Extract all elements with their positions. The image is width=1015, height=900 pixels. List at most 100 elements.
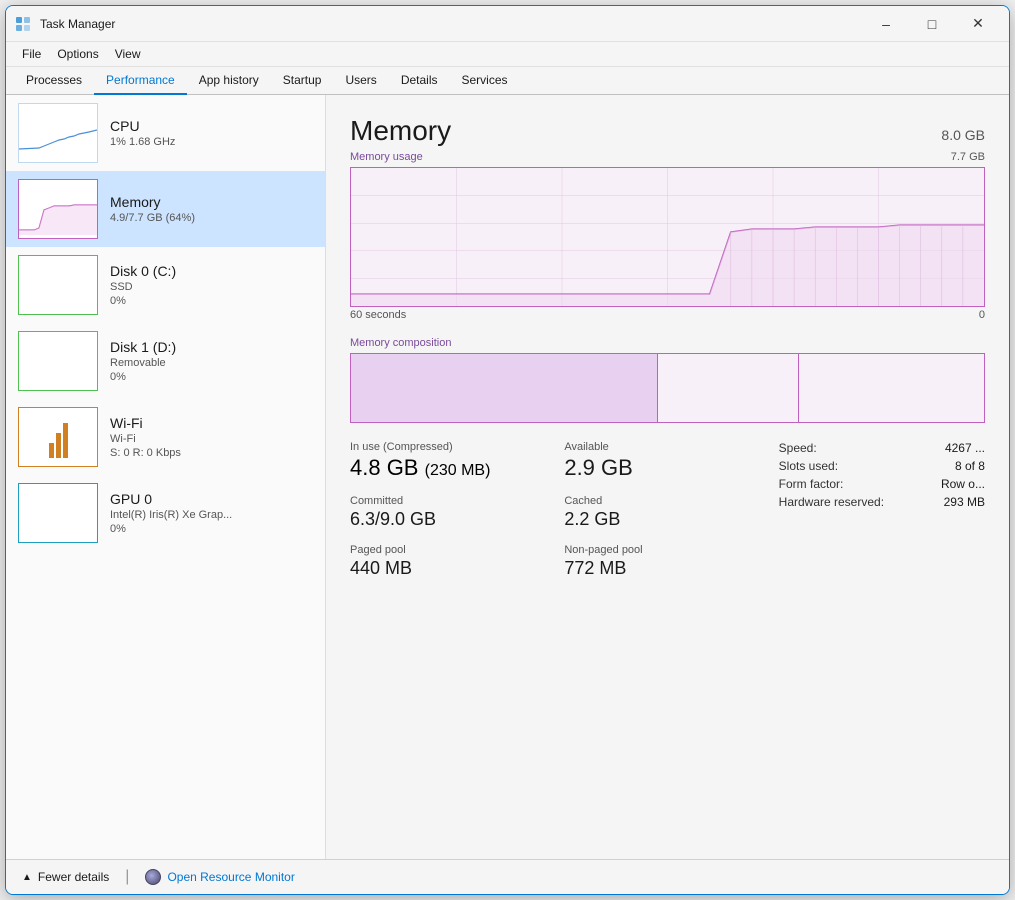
tab-startup[interactable]: Startup xyxy=(271,67,334,95)
wifi-sub2: S: 0 R: 0 Kbps xyxy=(110,447,313,459)
disk0-sub2: 0% xyxy=(110,295,313,307)
in-use-value: 4.8 GB (230 MB) xyxy=(350,455,556,481)
composition-section: Memory composition xyxy=(350,337,985,423)
gpu-thumbnail xyxy=(18,483,98,543)
gpu-name: GPU 0 xyxy=(110,491,313,507)
stats-col2: Available 2.9 GB Cached 2.2 GB Non-paged… xyxy=(564,441,770,579)
sidebar-item-disk0[interactable]: Disk 0 (C:) SSD 0% xyxy=(6,247,325,323)
resource-monitor-icon xyxy=(145,869,161,885)
disk1-name: Disk 1 (D:) xyxy=(110,339,313,355)
memory-info: Memory 4.9/7.7 GB (64%) xyxy=(110,194,313,224)
memory-total: 8.0 GB xyxy=(941,127,985,143)
nonpaged-value: 772 MB xyxy=(564,558,770,579)
sidebar-item-memory[interactable]: Memory 4.9/7.7 GB (64%) xyxy=(6,171,325,247)
window-controls: ‒ □ ✕ xyxy=(863,9,1001,39)
chart-label-row: Memory usage 7.7 GB xyxy=(350,151,985,163)
fewer-details-button[interactable]: ▲ Fewer details xyxy=(22,870,109,884)
tab-services[interactable]: Services xyxy=(450,67,520,95)
gpu-info: GPU 0 Intel(R) Iris(R) Xe Grap... 0% xyxy=(110,491,313,535)
stats-col3: Speed: 4267 ... Slots used: 8 of 8 Form … xyxy=(779,441,985,579)
slots-label: Slots used: xyxy=(779,459,838,473)
memory-sub: 4.9/7.7 GB (64%) xyxy=(110,212,313,224)
title-bar: Task Manager ‒ □ ✕ xyxy=(6,6,1009,42)
composition-label: Memory composition xyxy=(350,337,985,349)
gpu-sub1: Intel(R) Iris(R) Xe Grap... xyxy=(110,509,313,521)
wifi-name: Wi-Fi xyxy=(110,415,313,431)
available-value: 2.9 GB xyxy=(564,455,770,481)
paged-label: Paged pool xyxy=(350,544,556,556)
committed-block: Committed 6.3/9.0 GB xyxy=(350,495,556,530)
tab-bar: Processes Performance App history Startu… xyxy=(6,67,1009,95)
comp-available xyxy=(799,354,984,422)
tab-processes[interactable]: Processes xyxy=(14,67,94,95)
cpu-info: CPU 1% 1.68 GHz xyxy=(110,118,313,148)
menu-bar: File Options View xyxy=(6,42,1009,67)
disk1-sub2: 0% xyxy=(110,371,313,383)
composition-bar xyxy=(350,353,985,423)
slots-row: Slots used: 8 of 8 xyxy=(779,459,985,473)
time-right: 0 xyxy=(979,309,985,321)
tab-users[interactable]: Users xyxy=(333,67,388,95)
cpu-name: CPU xyxy=(110,118,313,134)
cached-value: 2.2 GB xyxy=(564,509,770,530)
usage-value: 7.7 GB xyxy=(951,151,985,163)
memory-thumbnail xyxy=(18,179,98,239)
menu-options[interactable]: Options xyxy=(49,44,106,64)
disk0-info: Disk 0 (C:) SSD 0% xyxy=(110,263,313,307)
speed-value: 4267 ... xyxy=(945,441,985,455)
speed-label: Speed: xyxy=(779,441,817,455)
cached-label: Cached xyxy=(564,495,770,507)
sidebar-item-gpu[interactable]: GPU 0 Intel(R) Iris(R) Xe Grap... 0% xyxy=(6,475,325,551)
menu-view[interactable]: View xyxy=(107,44,149,64)
hw-label: Hardware reserved: xyxy=(779,495,884,509)
available-block: Available 2.9 GB xyxy=(564,441,770,481)
menu-file[interactable]: File xyxy=(14,44,49,64)
usage-chart-section: Memory usage 7.7 GB xyxy=(350,151,985,321)
window-title: Task Manager xyxy=(40,17,863,31)
content-area: CPU 1% 1.68 GHz Memory 4.9/7.7 GB (64 xyxy=(6,95,1009,859)
form-value: Row o... xyxy=(941,477,985,491)
wifi-info: Wi-Fi Wi-Fi S: 0 R: 0 Kbps xyxy=(110,415,313,459)
tab-details[interactable]: Details xyxy=(389,67,450,95)
hw-row: Hardware reserved: 293 MB xyxy=(779,495,985,509)
usage-label: Memory usage xyxy=(350,151,423,163)
memory-header: Memory 8.0 GB xyxy=(350,115,985,147)
memory-title: Memory xyxy=(350,115,451,147)
comp-in-use xyxy=(351,354,658,422)
close-button[interactable]: ✕ xyxy=(955,9,1001,39)
sidebar: CPU 1% 1.68 GHz Memory 4.9/7.7 GB (64 xyxy=(6,95,326,859)
time-left: 60 seconds xyxy=(350,309,406,321)
memory-name: Memory xyxy=(110,194,313,210)
app-icon xyxy=(14,15,32,33)
tab-app-history[interactable]: App history xyxy=(187,67,271,95)
nonpaged-label: Non-paged pool xyxy=(564,544,770,556)
disk1-thumbnail xyxy=(18,331,98,391)
open-resource-monitor-button[interactable]: Open Resource Monitor xyxy=(145,869,294,885)
wifi-sub1: Wi-Fi xyxy=(110,433,313,445)
hw-value: 293 MB xyxy=(944,495,985,509)
bottom-bar: ▲ Fewer details | Open Resource Monitor xyxy=(6,859,1009,894)
slots-value: 8 of 8 xyxy=(955,459,985,473)
sidebar-item-disk1[interactable]: Disk 1 (D:) Removable 0% xyxy=(6,323,325,399)
minimize-button[interactable]: ‒ xyxy=(863,9,909,39)
stats-col1: In use (Compressed) 4.8 GB (230 MB) Comm… xyxy=(350,441,556,579)
form-label: Form factor: xyxy=(779,477,844,491)
cpu-thumbnail xyxy=(18,103,98,163)
memory-usage-chart xyxy=(350,167,985,307)
sidebar-item-wifi[interactable]: Wi-Fi Wi-Fi S: 0 R: 0 Kbps xyxy=(6,399,325,475)
disk0-name: Disk 0 (C:) xyxy=(110,263,313,279)
committed-value: 6.3/9.0 GB xyxy=(350,509,556,530)
main-panel: Memory 8.0 GB Memory usage 7.7 GB xyxy=(326,95,1009,859)
form-row: Form factor: Row o... xyxy=(779,477,985,491)
tab-performance[interactable]: Performance xyxy=(94,67,187,95)
cached-block: Cached 2.2 GB xyxy=(564,495,770,530)
comp-cached xyxy=(658,354,799,422)
disk1-sub1: Removable xyxy=(110,357,313,369)
sidebar-item-cpu[interactable]: CPU 1% 1.68 GHz xyxy=(6,95,325,171)
cpu-sub: 1% 1.68 GHz xyxy=(110,136,313,148)
disk0-sub1: SSD xyxy=(110,281,313,293)
stats-area: In use (Compressed) 4.8 GB (230 MB) Comm… xyxy=(350,441,985,579)
disk1-info: Disk 1 (D:) Removable 0% xyxy=(110,339,313,383)
chevron-up-icon: ▲ xyxy=(22,872,32,883)
maximize-button[interactable]: □ xyxy=(909,9,955,39)
